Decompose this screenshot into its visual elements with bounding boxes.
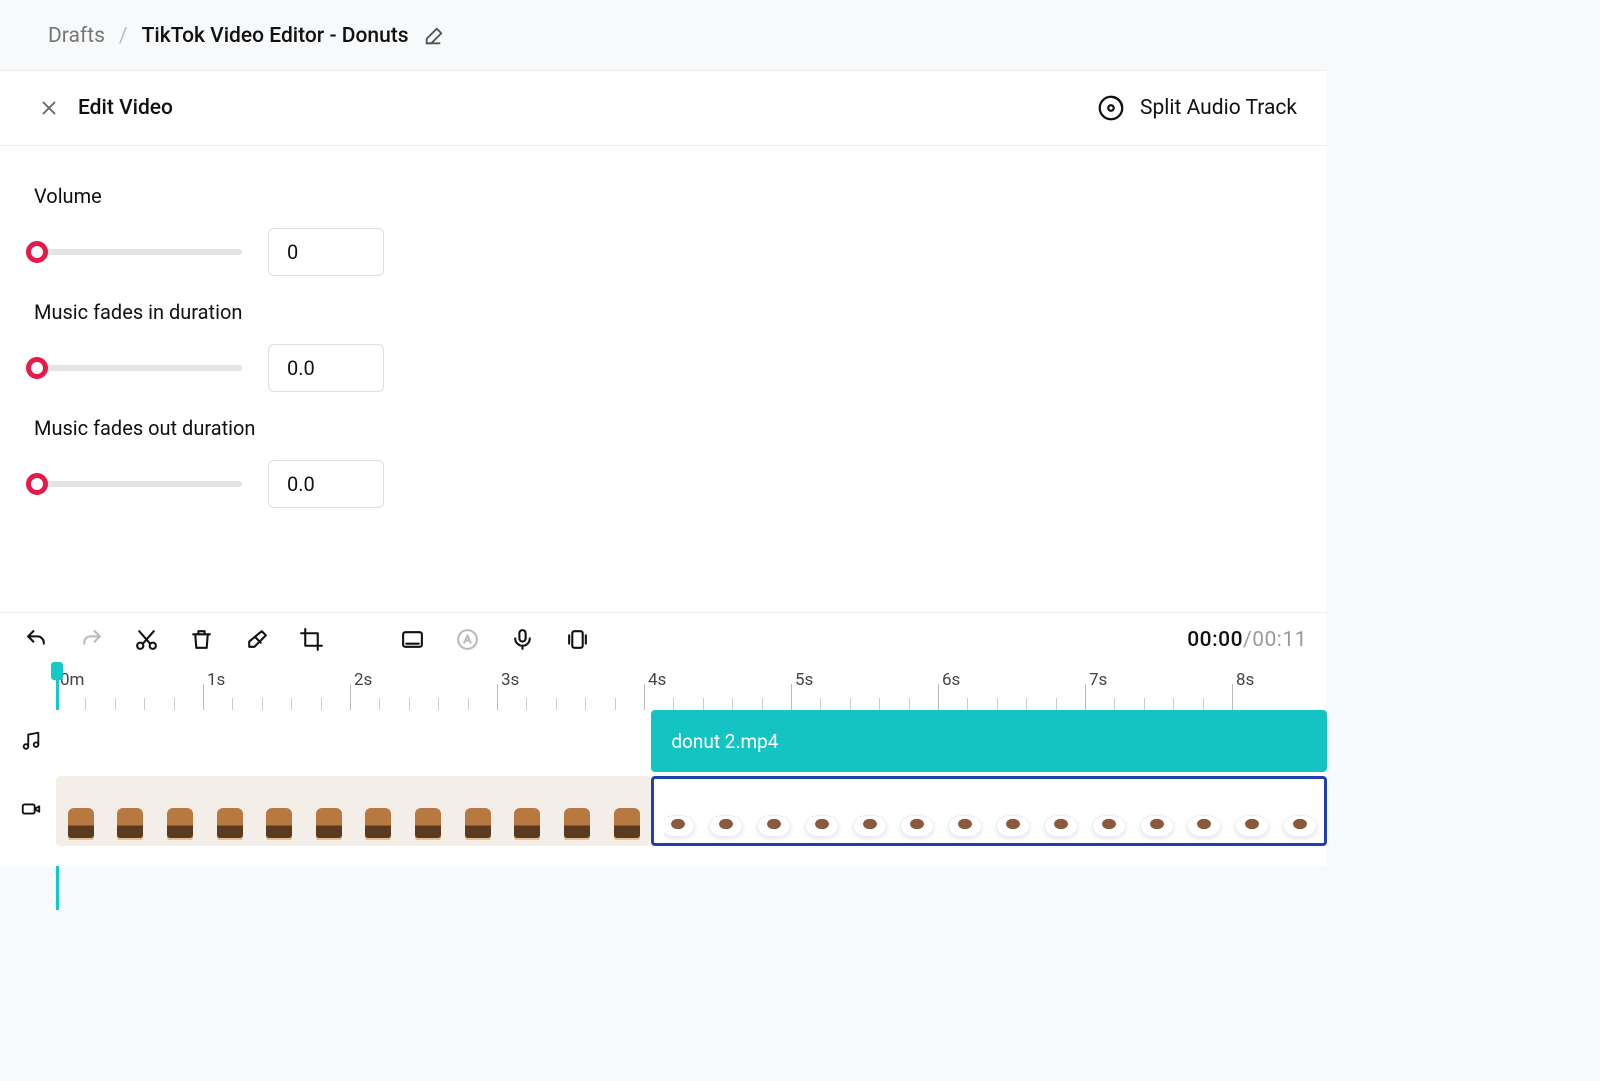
split-audio-label: Split Audio Track bbox=[1140, 96, 1297, 120]
breadcrumb-title: TikTok Video Editor - Donuts bbox=[142, 24, 409, 48]
fade-out-slider[interactable] bbox=[30, 473, 242, 495]
clip-handle[interactable] bbox=[658, 785, 664, 837]
undo-icon[interactable] bbox=[24, 627, 49, 652]
video-clip-2[interactable] bbox=[651, 776, 1327, 846]
ruler-label: 7s bbox=[1089, 670, 1107, 690]
erase-icon[interactable] bbox=[244, 627, 269, 652]
timeline-time: 00:00/00:11 bbox=[1187, 628, 1307, 652]
controls-panel: Volume 0 Music fades in duration 0.0 Mus… bbox=[0, 146, 1327, 612]
auto-caption-icon[interactable] bbox=[455, 627, 480, 652]
trash-icon[interactable] bbox=[189, 627, 214, 652]
ruler-label: 0m bbox=[60, 670, 84, 690]
edit-video-title: Edit Video bbox=[78, 96, 173, 120]
volume-value[interactable]: 0 bbox=[268, 228, 384, 276]
vibrate-icon[interactable] bbox=[565, 627, 590, 652]
fade-in-value[interactable]: 0.0 bbox=[268, 344, 384, 392]
video-clip-1[interactable] bbox=[56, 776, 651, 846]
split-audio-button[interactable]: Split Audio Track bbox=[1096, 93, 1297, 123]
time-total: /00:11 bbox=[1243, 628, 1307, 652]
pencil-icon[interactable] bbox=[423, 25, 445, 47]
tracks-area: donut 2.mp4 bbox=[0, 710, 1327, 866]
ruler-label: 4s bbox=[648, 670, 666, 690]
audio-clip-label: donut 2.mp4 bbox=[671, 730, 778, 753]
mic-icon[interactable] bbox=[510, 627, 535, 652]
timeline-toolbar: 00:00/00:11 bbox=[0, 612, 1327, 666]
ruler-label: 5s bbox=[795, 670, 813, 690]
edit-video-header: Edit Video Split Audio Track bbox=[0, 70, 1327, 146]
cut-icon[interactable] bbox=[134, 627, 159, 652]
time-current: 00:00 bbox=[1187, 628, 1243, 652]
caption-icon[interactable] bbox=[400, 627, 425, 652]
fade-in-label: Music fades in duration bbox=[34, 300, 1293, 324]
fade-out-value[interactable]: 0.0 bbox=[268, 460, 384, 508]
ruler-label: 8s bbox=[1236, 670, 1254, 690]
breadcrumb: Drafts / TikTok Video Editor - Donuts bbox=[0, 0, 1327, 70]
volume-label: Volume bbox=[34, 184, 1293, 208]
fade-in-slider[interactable] bbox=[30, 357, 242, 379]
volume-slider[interactable] bbox=[30, 241, 242, 263]
ruler-label: 6s bbox=[942, 670, 960, 690]
ruler-label: 3s bbox=[501, 670, 519, 690]
audio-clip[interactable]: donut 2.mp4 bbox=[651, 710, 1327, 772]
ruler-label: 1s bbox=[207, 670, 225, 690]
ruler-label: 2s bbox=[354, 670, 372, 690]
video-lane[interactable] bbox=[56, 776, 1327, 846]
breadcrumb-separator: / bbox=[119, 24, 128, 48]
close-icon[interactable] bbox=[38, 97, 60, 119]
video-track-icon bbox=[14, 772, 48, 846]
breadcrumb-root[interactable]: Drafts bbox=[48, 24, 105, 48]
disc-icon bbox=[1096, 93, 1126, 123]
timeline-ruler[interactable]: 0m 1s 2s 3s 4s 5s 6s 7s 8s bbox=[0, 666, 1327, 710]
redo-icon[interactable] bbox=[79, 627, 104, 652]
crop-icon[interactable] bbox=[299, 627, 324, 652]
fade-out-label: Music fades out duration bbox=[34, 416, 1293, 440]
music-track-icon bbox=[14, 710, 48, 772]
audio-lane[interactable]: donut 2.mp4 bbox=[56, 710, 1327, 772]
